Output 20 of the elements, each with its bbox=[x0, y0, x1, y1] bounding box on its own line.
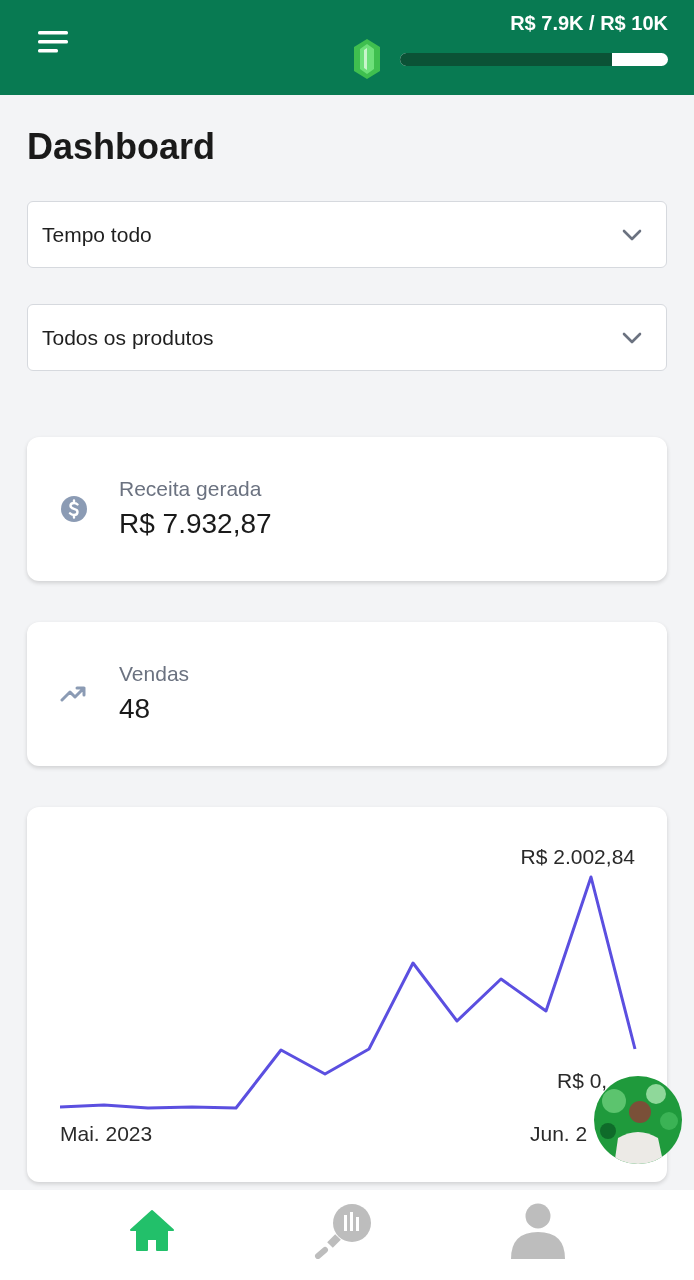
max-value-label: R$ 2.002,84 bbox=[520, 845, 635, 868]
filter-dropdown[interactable]: Tempo todo bbox=[27, 201, 667, 268]
min-value-label: R$ 0, bbox=[557, 1069, 608, 1092]
stat-label: Vendas bbox=[119, 661, 190, 687]
chevron-down-icon bbox=[622, 228, 642, 241]
gem-icon bbox=[352, 38, 382, 80]
person-icon[interactable] bbox=[510, 1202, 565, 1260]
stat-value: R$ 7.932,87 bbox=[119, 507, 272, 541]
trending-up-icon bbox=[60, 685, 88, 703]
start-date-label: Mai. 2023 bbox=[60, 1122, 153, 1145]
page-title: Dashboard bbox=[27, 125, 217, 169]
chevron-down-icon bbox=[622, 331, 642, 344]
dollar-icon bbox=[60, 495, 88, 523]
stat-label: Receita gerada bbox=[119, 476, 263, 502]
menu-icon[interactable] bbox=[38, 30, 68, 54]
filter-dropdown[interactable]: Todos os produtos bbox=[27, 304, 667, 371]
stat-value: 48 bbox=[119, 692, 152, 726]
end-date-label: Jun. 2 bbox=[530, 1122, 588, 1145]
goal-amount: R$ 7.9K / R$ 10K bbox=[510, 11, 668, 35]
chart-magnifier-icon[interactable] bbox=[314, 1202, 372, 1260]
